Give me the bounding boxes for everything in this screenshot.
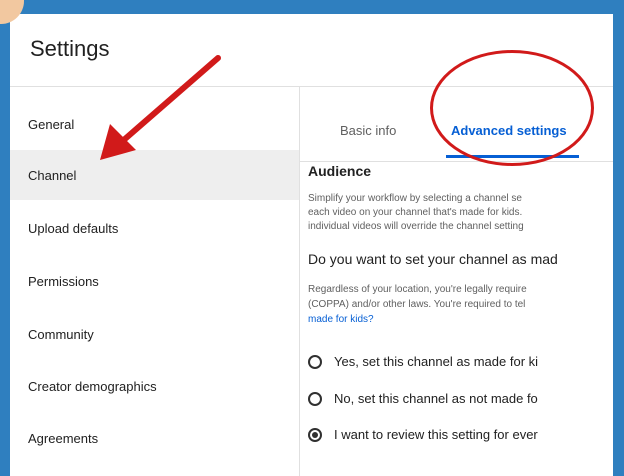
- annotation-arrow-icon: [100, 55, 221, 160]
